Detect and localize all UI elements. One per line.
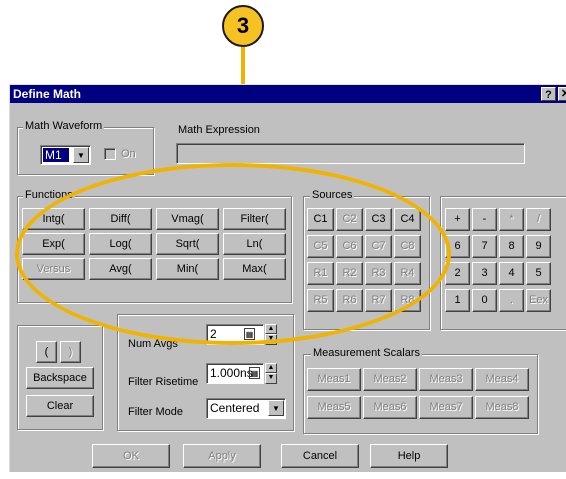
chevron-down-icon[interactable]: ▼ [268,400,284,416]
meas-button[interactable]: Meas5 [307,396,361,419]
backspace-button[interactable]: Backspace [26,367,94,389]
keypad-button[interactable]: * [499,208,524,231]
filter-risetime-label: Filter Risetime [128,376,199,388]
on-checkbox[interactable] [104,148,116,160]
meas-button[interactable]: Meas2 [363,368,417,391]
filter-mode-value: Centered [210,401,260,415]
close-icon[interactable]: ✕ [558,87,566,101]
callout-number: 3 [236,13,250,38]
filter-risetime-spin-down[interactable]: ▼ [265,373,277,384]
keypad-button[interactable]: - [472,208,497,231]
keypad-button[interactable]: 1 [445,289,470,312]
callout-badge: 3 [222,5,264,47]
keypad-button[interactable]: 0 [472,289,497,312]
math-waveform-label: Math Waveform [23,120,105,133]
highlight-oval [15,163,451,345]
keypad-button[interactable]: 4 [499,262,524,285]
math-expression-label: Math Expression [178,124,260,136]
window-title: Define Math [13,87,82,101]
close-paren-button[interactable]: ) [60,341,81,363]
keypad-icon[interactable]: ▦ [249,367,260,379]
math-waveform-value: M1 [43,148,69,162]
meas-button[interactable]: Meas1 [307,368,361,391]
cancel-button[interactable]: Cancel [281,444,359,468]
title-bar: Define Math [10,85,566,103]
filter-mode-select[interactable]: Centered ▼ [206,398,286,419]
on-checkbox-label: On [121,148,136,160]
chevron-down-icon[interactable]: ▼ [73,147,89,163]
keypad-button[interactable]: Eex [526,289,551,312]
meas-button[interactable]: Meas7 [419,396,473,419]
keypad-button[interactable]: / [526,208,551,231]
keypad-button[interactable]: 3 [472,262,497,285]
math-waveform-select[interactable]: M1 ▼ [40,145,91,165]
keypad-button[interactable]: + [445,208,470,231]
meas-button[interactable]: Meas4 [475,368,529,391]
meas-button[interactable]: Meas3 [419,368,473,391]
meas-button[interactable]: Meas6 [363,396,417,419]
help-button[interactable]: Help [370,444,448,468]
measurement-scalars-group [303,354,538,434]
keypad-button[interactable]: 8 [499,235,524,258]
filter-mode-label: Filter Mode [128,406,184,418]
keypad-button[interactable]: . [499,289,524,312]
keypad-button[interactable]: 5 [526,262,551,285]
filter-risetime-input[interactable]: 1.000ns ▦ [206,363,264,384]
ok-button[interactable]: OK [92,444,170,468]
filter-risetime-spin-up[interactable]: ▲ [265,363,277,373]
measurement-scalars-label: Measurement Scalars [311,347,422,360]
open-paren-button[interactable]: ( [36,341,57,363]
clear-button[interactable]: Clear [26,395,94,417]
keypad-button[interactable]: 9 [526,235,551,258]
meas-button[interactable]: Meas8 [475,396,529,419]
apply-button[interactable]: Apply [183,444,261,468]
filter-risetime-value: 1.000ns [210,366,253,380]
math-expression-field[interactable] [176,143,525,164]
keypad-button[interactable]: 7 [472,235,497,258]
help-titlebar-button[interactable]: ? [541,87,556,101]
